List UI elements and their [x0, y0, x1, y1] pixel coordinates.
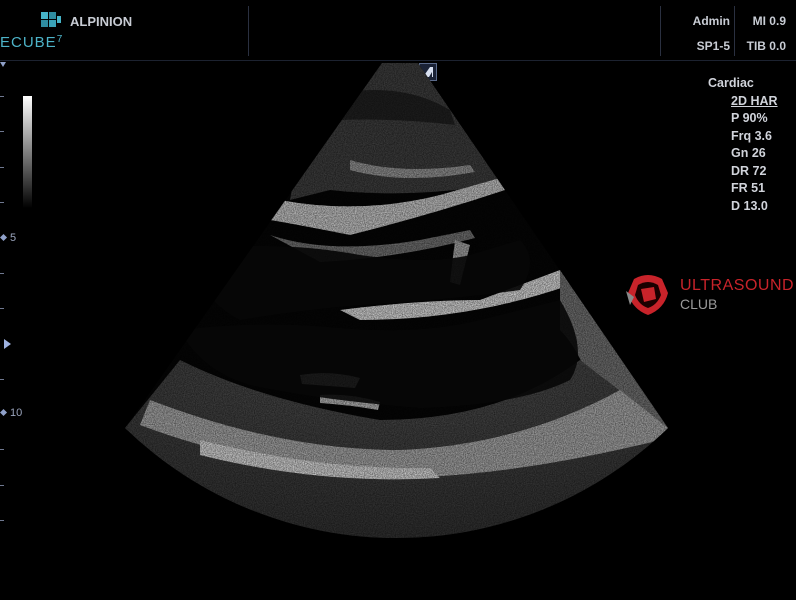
- frequency-value: Frq 3.6: [731, 128, 772, 143]
- gain-value: Gn 26: [731, 146, 766, 160]
- dynamic-range-value: DR 72: [731, 163, 767, 178]
- watermark-line2: CLUB: [680, 296, 718, 312]
- ultrasound-club-watermark: ULTRASOUND CLUB: [624, 271, 794, 317]
- watermark-line1: ULTRASOUND: [680, 277, 795, 294]
- mode-label[interactable]: 2D HAR: [708, 93, 778, 111]
- ultrasound-club-logo-icon: [626, 275, 668, 315]
- preset-label: Cardiac: [708, 76, 754, 90]
- depth-value: D 13.0: [731, 198, 768, 213]
- imaging-parameters: Cardiac 2D HAR P 90% Frq 3.6 Gn 26 DR 72…: [708, 75, 778, 215]
- frame-rate-value: FR 51: [731, 181, 766, 195]
- power-value: P 90%: [731, 111, 768, 125]
